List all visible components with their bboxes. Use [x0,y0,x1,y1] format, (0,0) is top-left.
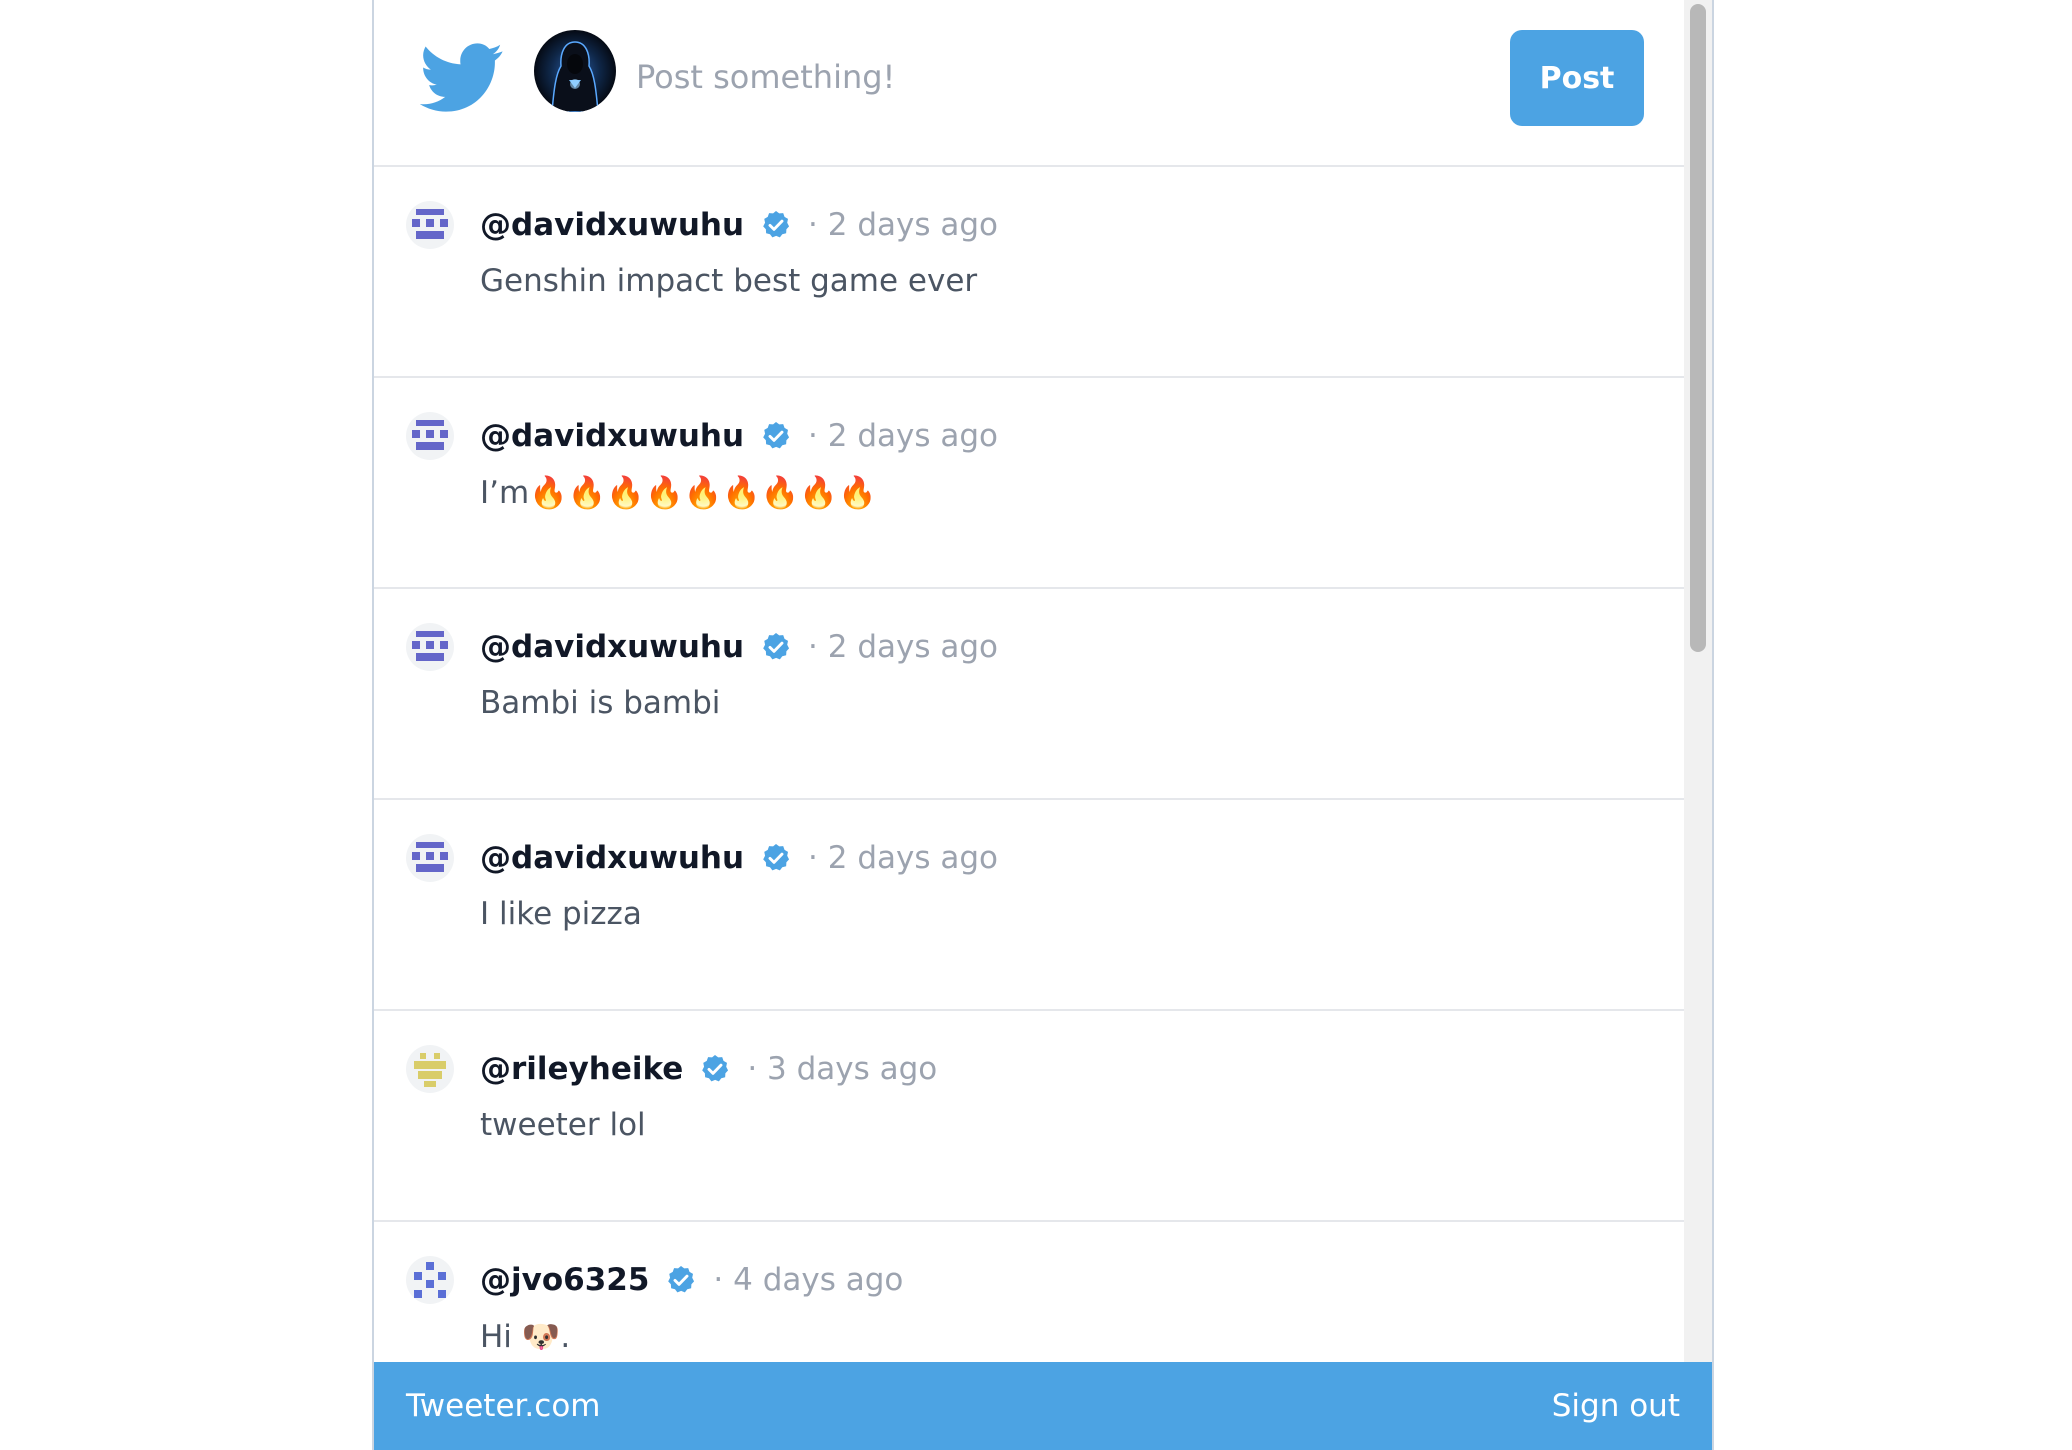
user-avatar[interactable] [406,834,454,882]
footer-bar: Tweeter.com Sign out [374,1362,1712,1450]
tweet-timestamp: · 2 days ago [808,840,998,876]
app-frame: Post @davidxuwuhu · 2 days ago [372,0,1714,1450]
tweet-header: @jvo6325 · 4 days ago [480,1256,903,1304]
username-link[interactable]: @davidxuwuhu [480,840,744,876]
feed-scrollbar[interactable] [1684,0,1712,1362]
tweet-header: @davidxuwuhu · 2 days ago [480,201,998,249]
tweet-text: tweeter lol [480,1107,646,1143]
user-avatar[interactable] [406,1256,454,1304]
tweet-header: @rileyheike · 3 days ago [480,1045,937,1093]
user-avatar[interactable] [406,1045,454,1093]
tweet-text: Bambi is bambi [480,685,721,721]
tweet-item: @davidxuwuhu · 2 days ago Genshin impact… [374,167,1686,378]
tweet-text: I’m🔥🔥🔥🔥🔥🔥🔥🔥🔥 [480,475,877,511]
footer-brand[interactable]: Tweeter.com [406,1362,601,1450]
tweet-timestamp: · 2 days ago [808,418,998,454]
tweet-item: @davidxuwuhu · 2 days ago I’m🔥🔥🔥🔥🔥🔥🔥🔥🔥 [374,378,1686,589]
user-avatar[interactable] [406,623,454,671]
username-link[interactable]: @jvo6325 [480,1262,649,1298]
tweet-header: @davidxuwuhu · 2 days ago [480,834,998,882]
sign-out-link[interactable]: Sign out [1552,1362,1680,1450]
tweet-text: I like pizza [480,896,642,932]
tweet-text: Genshin impact best game ever [480,263,978,299]
feed-content: Post @davidxuwuhu · 2 days ago [374,0,1686,1450]
verified-badge-icon [763,211,790,238]
twitter-bird-icon [420,43,503,112]
tweet-header: @davidxuwuhu · 2 days ago [480,412,998,460]
verified-badge-icon [702,1055,729,1082]
tweet-item: @rileyheike · 3 days ago tweeter lol [374,1011,1686,1222]
tweet-header: @davidxuwuhu · 2 days ago [480,623,998,671]
user-avatar[interactable] [406,201,454,249]
verified-badge-icon [763,844,790,871]
tweet-timestamp: · 2 days ago [808,629,998,665]
current-user-avatar[interactable] [534,30,616,112]
composer: Post [374,0,1686,167]
user-avatar[interactable] [406,412,454,460]
scrollbar-thumb[interactable] [1690,4,1706,652]
tweet-timestamp: · 3 days ago [747,1051,938,1087]
verified-badge-icon [763,633,790,660]
post-input[interactable] [636,40,1436,114]
post-button[interactable]: Post [1510,30,1644,126]
tweet-timestamp: · 2 days ago [808,207,998,243]
verified-badge-icon [763,422,790,449]
tweet-timestamp: · 4 days ago [713,1262,904,1298]
username-link[interactable]: @davidxuwuhu [480,418,744,454]
verified-badge-icon [668,1266,695,1293]
tweet-item: @davidxuwuhu · 2 days ago I like pizza [374,800,1686,1011]
tweet-text: Hi 🐶. [480,1319,571,1355]
username-link[interactable]: @davidxuwuhu [480,629,744,665]
tweet-item: @davidxuwuhu · 2 days ago Bambi is bambi [374,589,1686,800]
username-link[interactable]: @davidxuwuhu [480,207,744,243]
username-link[interactable]: @rileyheike [480,1051,683,1087]
